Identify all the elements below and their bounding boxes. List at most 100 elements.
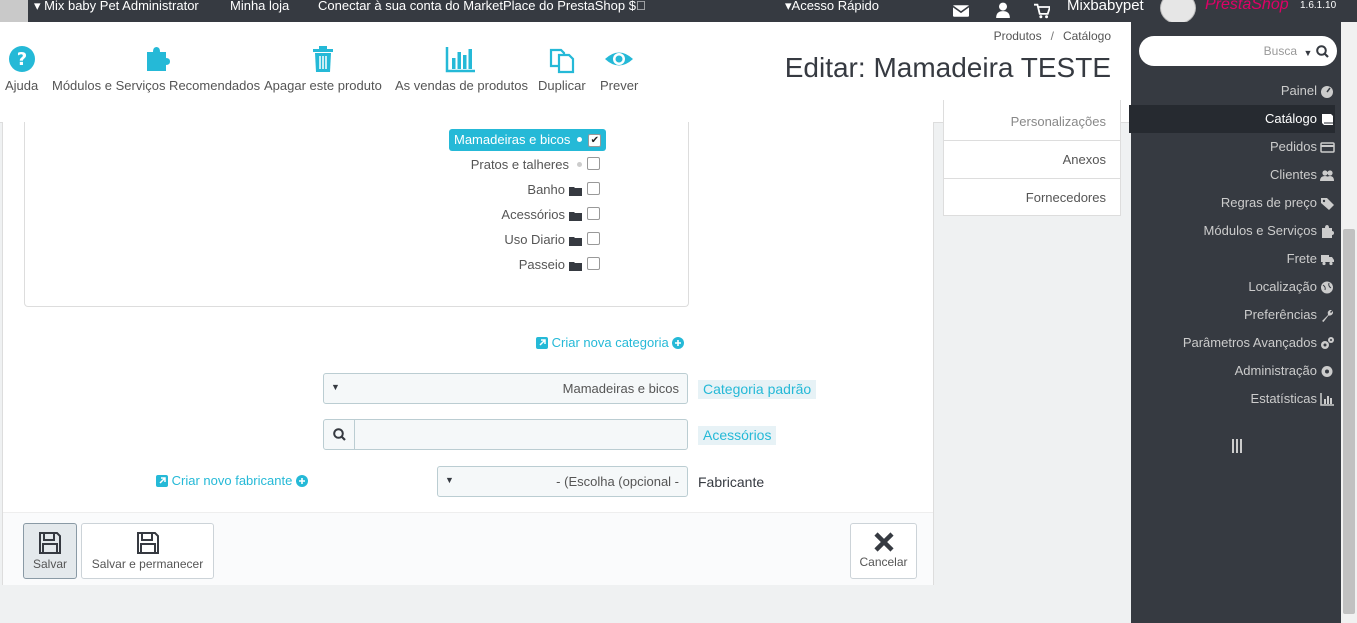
folder-icon[interactable] — [569, 211, 582, 221]
puzzle-icon — [1322, 225, 1334, 239]
version: 1.6.1.10 — [1300, 0, 1337, 11]
users-icon — [1320, 170, 1334, 182]
category-checkbox[interactable] — [587, 232, 600, 245]
scrollbar-thumb[interactable] — [1343, 229, 1355, 614]
tab-suppliers[interactable]: Fornecedores — [1026, 190, 1106, 205]
wrench-icon — [1322, 310, 1333, 323]
folder-icon[interactable] — [569, 236, 582, 246]
sidebar-item-regras-de-preco[interactable]: Regras de preço — [1129, 189, 1335, 217]
book-icon — [1322, 114, 1333, 126]
shop-link[interactable]: Minha loja — [230, 0, 289, 13]
quick-access-menu[interactable]: ▾Acesso Rápido — [785, 0, 879, 14]
marketplace-link[interactable]: Conectar à sua conta do MarketPlace do P… — [318, 0, 646, 13]
breadcrumb-products[interactable]: Produtos — [994, 29, 1042, 43]
plus-circle-icon — [295, 475, 308, 487]
sidebar-item-pedidos[interactable]: Pedidos — [1129, 133, 1335, 161]
panel-footer: Salvar Salvar e permanecer Cancelar — [3, 512, 933, 585]
save-button[interactable]: Salvar — [23, 523, 77, 579]
floppy-icon — [39, 532, 61, 554]
sidebar-item-label: Preferências — [1244, 307, 1317, 322]
sidebar-item-preferencias[interactable]: Preferências — [1129, 301, 1335, 329]
sidebar-item-localizacao[interactable]: Localização — [1129, 273, 1335, 301]
search-dropdown[interactable]: ▼ — [1303, 44, 1329, 59]
sidebar-item-frete[interactable]: Frete — [1129, 245, 1335, 273]
manufacturer-select[interactable]: ▼ - (Escolha (opcional - — [437, 466, 688, 497]
sidebar-item-modulos-e-servicos[interactable]: Módulos e Serviços — [1129, 217, 1335, 245]
tags-icon — [1321, 198, 1334, 211]
category-label: Passeio — [518, 257, 565, 272]
cart-icon[interactable] — [1034, 3, 1050, 19]
sidebar-item-administracao[interactable]: Administração — [1129, 357, 1335, 385]
help-button[interactable]: ? Ajuda — [5, 44, 38, 93]
caret-down-icon: ▼ — [331, 382, 340, 392]
user-name[interactable]: Mixbabypet — [1067, 0, 1144, 14]
dashboard-icon — [1321, 86, 1333, 99]
preview-button[interactable]: Prever — [600, 44, 638, 93]
truck-icon — [1321, 255, 1334, 266]
admin-menu[interactable]: ▾ Mix baby Pet Administrator — [34, 0, 199, 14]
user-icon[interactable] — [995, 2, 1011, 18]
category-item[interactable]: Uso Diario — [504, 230, 600, 250]
new-manufacturer-link[interactable]: Criar novo fabricante — [156, 473, 308, 488]
sidebar-item-parametros-avancados[interactable]: Parâmetros Avançados — [1129, 329, 1335, 357]
default-category-value: Mamadeiras e bicos — [562, 381, 679, 396]
default-category-label: Categoria padrão — [698, 380, 817, 399]
category-checkbox[interactable] — [587, 207, 600, 220]
cog-icon — [1321, 366, 1333, 378]
category-checkbox[interactable] — [587, 257, 600, 270]
category-label: Banho — [527, 182, 565, 197]
sidebar-item-label: Estatísticas — [1250, 391, 1317, 406]
category-checkbox[interactable] — [587, 182, 600, 195]
page-scrollbar[interactable] — [1341, 22, 1357, 623]
avatar[interactable] — [0, 0, 28, 22]
delete-product-button[interactable]: Apagar este produto — [264, 44, 382, 93]
category-item[interactable]: Passeio — [519, 255, 600, 275]
product-sales-button[interactable]: As vendas de produtos — [395, 44, 528, 93]
sidebar-item-label: Administração — [1234, 363, 1317, 378]
accessories-input[interactable] — [355, 420, 684, 449]
trash-icon — [312, 46, 333, 72]
breadcrumb-catalog[interactable]: Catálogo — [1063, 29, 1111, 43]
page-title: Editar: Mamadeira TESTE — [784, 52, 1111, 83]
copy-icon — [549, 48, 574, 74]
save-label: Salvar — [32, 557, 67, 571]
new-category-link[interactable]: Criar nova categoria — [536, 335, 685, 350]
modules-button[interactable]: Módulos e Serviços Recomendados — [52, 44, 260, 93]
category-checkbox[interactable] — [587, 157, 600, 170]
divider — [944, 140, 1120, 141]
category-label: Uso Diario — [504, 232, 565, 247]
top-bar: ▾ Mix baby Pet Administrator Minha loja … — [0, 0, 1357, 24]
brand-name: PrestaShop — [1205, 0, 1289, 13]
breadcrumb-separator: / — [1050, 29, 1054, 43]
tab-customization[interactable]: Personalizações — [1011, 114, 1106, 129]
collapse-menu-icon[interactable] — [1231, 438, 1245, 454]
sidebar-item-label: Localização — [1248, 279, 1317, 294]
sidebar-item-clientes[interactable]: Clientes — [1129, 161, 1335, 189]
sidebar-item-painel[interactable]: Painel — [1129, 77, 1335, 105]
category-checkbox-checked[interactable]: ✔ — [588, 134, 602, 147]
question-icon: ? — [8, 46, 35, 72]
envelope-icon[interactable] — [953, 3, 969, 19]
category-item[interactable]: Pratos e talheres — [471, 155, 600, 175]
manufacturer-label: Fabricante — [698, 474, 765, 490]
sidebar-item-catalogo[interactable]: Catálogo — [1129, 105, 1335, 133]
category-item[interactable]: Banho — [527, 180, 600, 200]
category-item[interactable]: Acessórios — [501, 205, 600, 225]
bullet-icon — [577, 137, 583, 142]
search-placeholder: Busca — [1263, 44, 1297, 58]
default-category-select[interactable]: ▼ Mamadeiras e bicos — [323, 373, 688, 404]
sidebar-item-label: Frete — [1286, 251, 1317, 266]
sidebar-item-estatisticas[interactable]: Estatísticas — [1129, 385, 1335, 413]
category-item-selected[interactable]: Mamadeiras e bicos ✔ — [449, 129, 607, 151]
folder-icon[interactable] — [569, 261, 582, 271]
accessories-search — [323, 419, 688, 450]
duplicate-button[interactable]: Duplicar — [538, 44, 586, 93]
breadcrumb: Produtos / Catálogo — [994, 29, 1111, 43]
search-icon — [332, 428, 346, 441]
quick-access-label: Acesso Rápido — [791, 0, 879, 13]
tab-attachments[interactable]: Anexos — [1063, 152, 1106, 167]
save-and-stay-button[interactable]: Salvar e permanecer — [81, 523, 214, 579]
category-label: Mamadeiras e bicos — [454, 132, 571, 147]
folder-icon[interactable] — [569, 186, 582, 196]
cancel-button[interactable]: Cancelar — [850, 523, 917, 579]
